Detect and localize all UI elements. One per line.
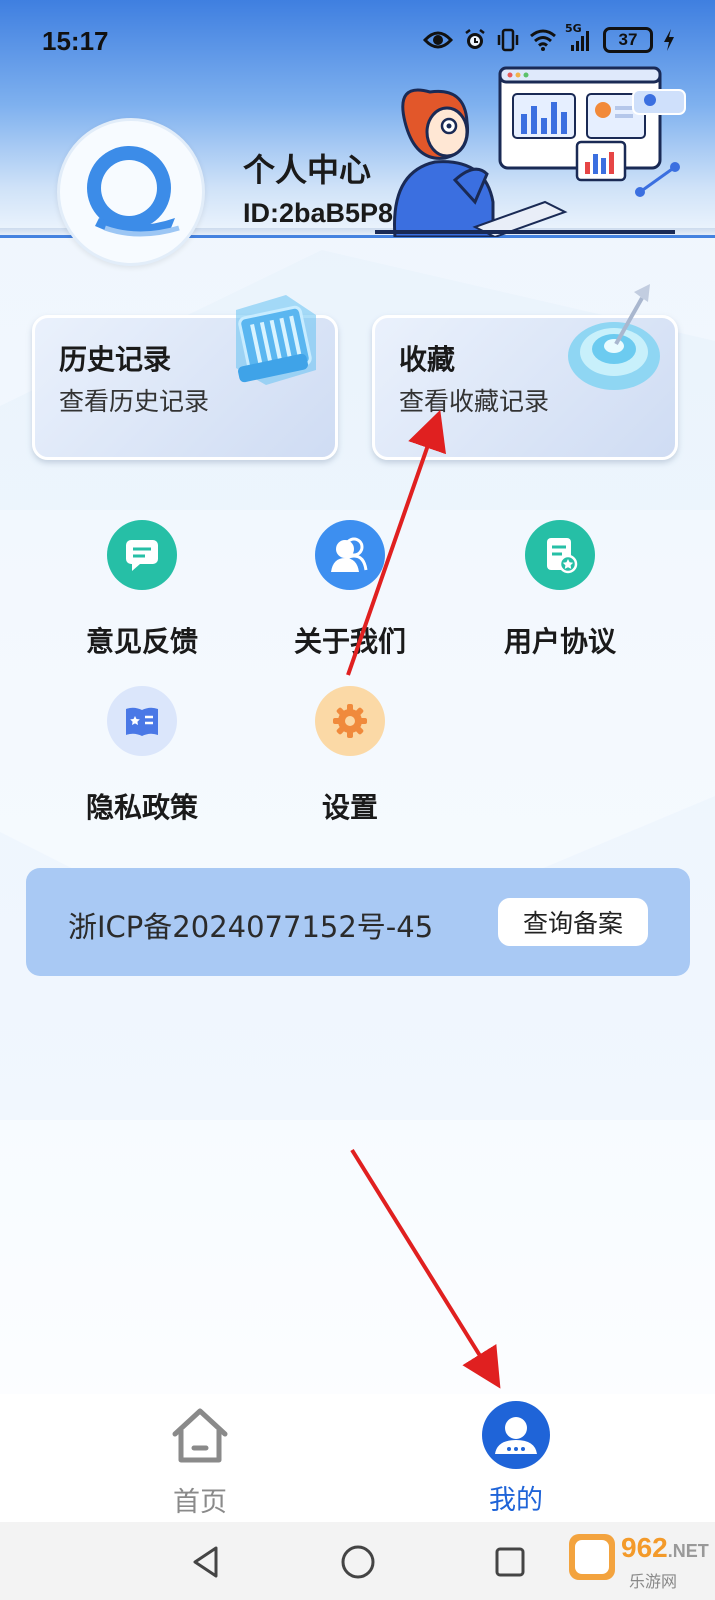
menu-item-privacy[interactable]: 隐私政策: [57, 686, 227, 826]
history-card-title: 历史记录: [59, 343, 172, 376]
menu-item-about[interactable]: 关于我们: [265, 520, 435, 660]
icp-record-bar: 浙ICP备2024077152号-45 查询备案: [26, 868, 690, 976]
nav-item-mine[interactable]: 我的: [456, 1401, 576, 1517]
icp-record-text: 浙ICP备2024077152号-45: [68, 910, 434, 944]
menu-label: 隐私政策: [85, 791, 198, 824]
charging-icon: [663, 26, 675, 54]
network-type-label: 5G: [565, 22, 582, 35]
back-icon[interactable]: [186, 1542, 226, 1582]
vibrate-icon: [497, 26, 519, 54]
page-title: 个人中心: [243, 151, 372, 189]
wifi-icon: [529, 26, 557, 54]
nav-item-home[interactable]: 首页: [140, 1406, 260, 1519]
favorites-card-subtitle: 查看收藏记录: [399, 387, 550, 416]
app-logo-avatar[interactable]: [57, 118, 205, 266]
battery-icon: 37: [603, 27, 653, 53]
eye-icon: [423, 26, 453, 54]
site-watermark-logo: 962.NET 乐游网: [569, 1530, 709, 1596]
watermark-suffix: .NET: [667, 1541, 709, 1561]
nav-label-mine: 我的: [489, 1485, 543, 1516]
menu-item-user-agreement[interactable]: 用户协议: [475, 520, 645, 660]
query-record-button[interactable]: 查询备案: [498, 898, 648, 946]
user-icon: [482, 1401, 550, 1469]
nav-label-home: 首页: [173, 1487, 227, 1518]
alarm-icon: [463, 26, 487, 54]
menu-item-feedback[interactable]: 意见反馈: [57, 520, 227, 660]
menu-label: 用户协议: [503, 625, 616, 658]
home-icon: [172, 1408, 228, 1463]
status-time: 15:17: [42, 26, 109, 56]
watermark-brand: 962: [621, 1532, 668, 1563]
chat-icon: [107, 520, 177, 590]
bottom-nav: 首页 我的: [0, 1394, 715, 1522]
status-icons: 5G 37: [423, 22, 675, 54]
book-icon: [107, 686, 177, 756]
annotation-arrow: [350, 1148, 501, 1389]
menu-label: 设置: [321, 791, 378, 824]
menu-label: 意见反馈: [85, 625, 198, 658]
history-card-subtitle: 查看历史记录: [59, 387, 210, 416]
gear-icon: [315, 686, 385, 756]
header-illustration: [375, 66, 686, 237]
document-icon: [525, 520, 595, 590]
recents-icon[interactable]: [490, 1542, 530, 1582]
folder-icon: [236, 295, 316, 385]
watermark-subtitle: 乐游网: [629, 1572, 678, 1591]
menu-item-settings[interactable]: 设置: [265, 686, 435, 826]
favorites-card-title: 收藏: [399, 343, 456, 376]
q-logo-icon: [87, 146, 180, 237]
target-icon: [568, 284, 660, 390]
menu-label: 关于我们: [293, 625, 406, 658]
signal-icon: 5G: [565, 22, 593, 54]
home-circle-icon[interactable]: [338, 1542, 378, 1582]
users-icon: [315, 520, 385, 590]
